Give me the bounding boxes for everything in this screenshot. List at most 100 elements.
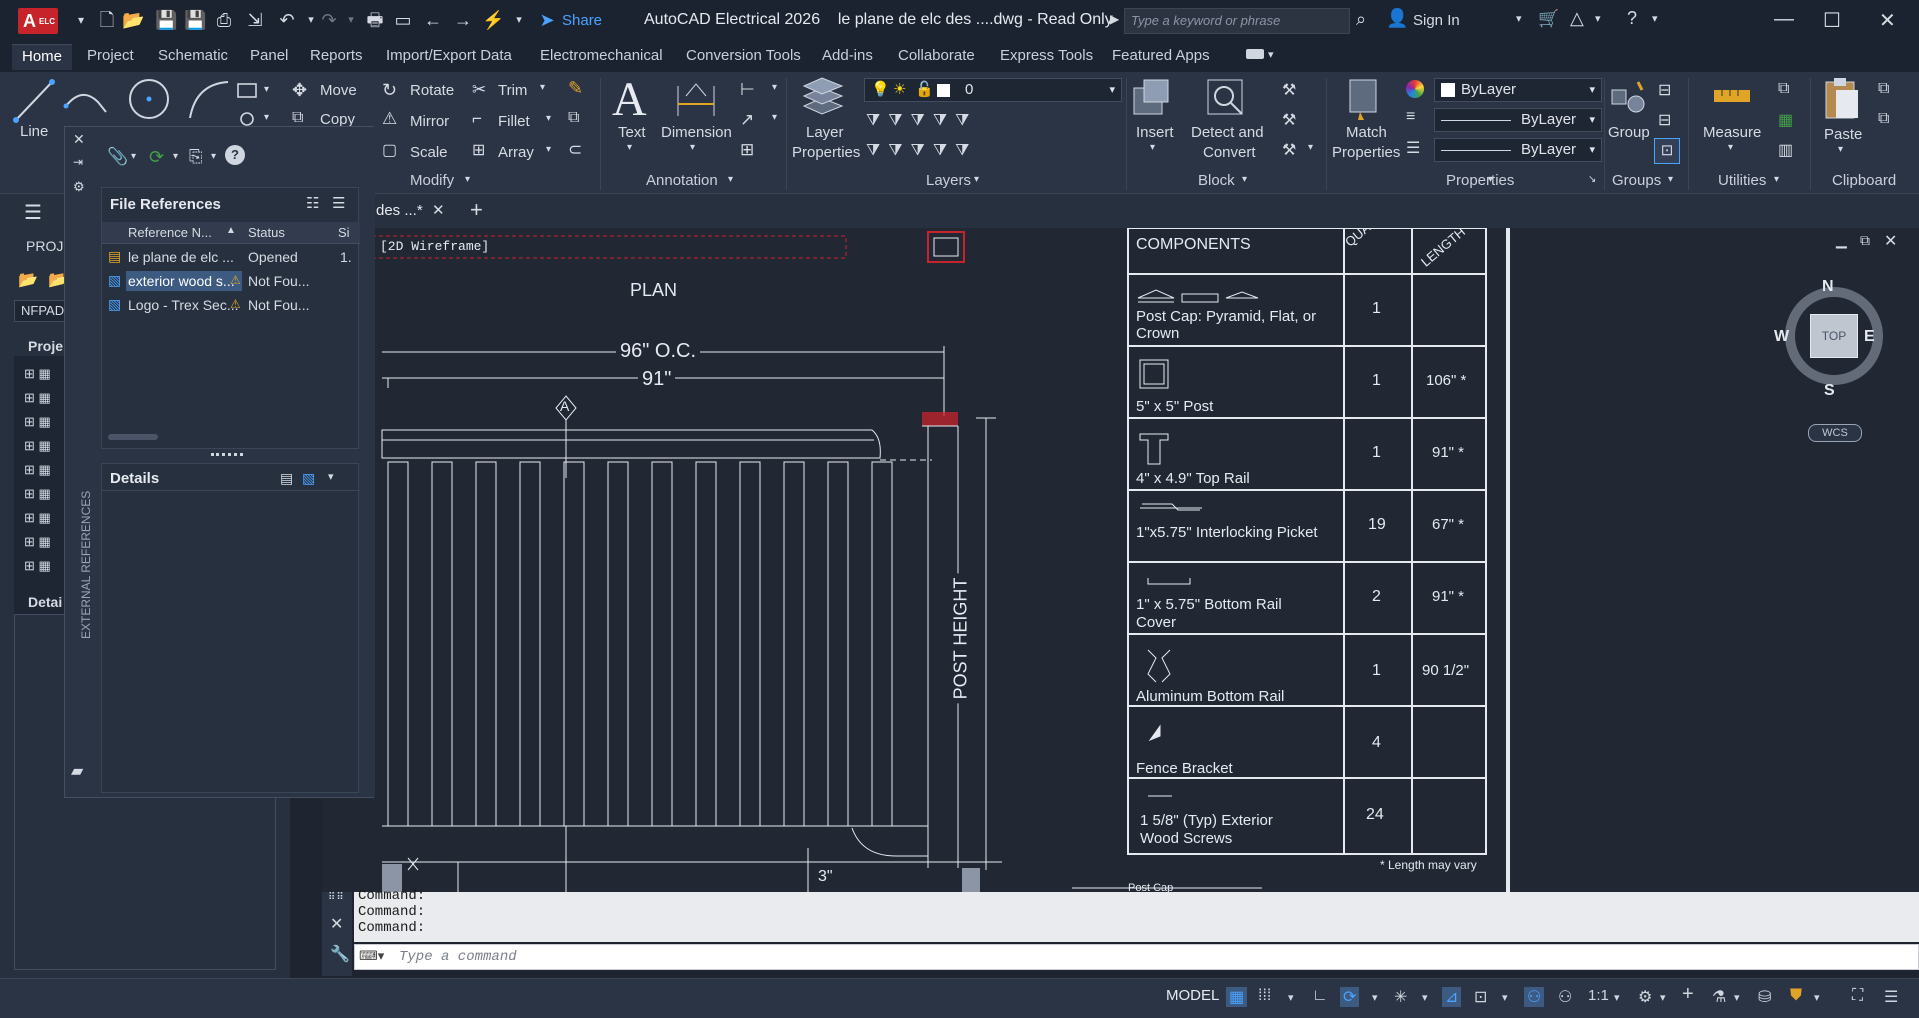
tab-reports[interactable]: Reports [310, 47, 363, 64]
annotation-panel-dropdown-icon[interactable]: ▾ [728, 174, 733, 185]
scale-button[interactable]: Scale [410, 144, 448, 161]
viewcube-east[interactable]: E [1864, 328, 1875, 346]
cut-icon[interactable]: ⧉ [1878, 80, 1889, 98]
expand-arrow-icon[interactable]: ▶ [1110, 12, 1119, 26]
layer-dropdown-icon[interactable]: ▾ [1109, 79, 1115, 101]
project-tree-items[interactable]: ⊞ ▦ ⊞ ▦ ⊞ ▦ ⊞ ▦ ⊞ ▦ ⊞ ▦ ⊞ ▦ ⊞ ▦ ⊞ ▦ [24, 362, 51, 578]
tab-collaborate[interactable]: Collaborate [898, 47, 975, 64]
autodesk-dropdown-icon[interactable]: ▾ [1595, 12, 1601, 25]
lineweight-dropdown[interactable]: ByLayer ▾ [1434, 138, 1602, 162]
tab-home[interactable]: Home [12, 44, 73, 70]
dimension-icon[interactable] [674, 78, 718, 120]
rectangle-dropdown-icon[interactable]: ▾ [264, 84, 269, 95]
fillet-dropdown-icon[interactable]: ▾ [546, 113, 551, 124]
help-icon[interactable]: ? [225, 145, 245, 165]
create-block-icon[interactable]: ⚒ [1282, 80, 1296, 100]
color-dropdown-icon[interactable]: ▾ [1589, 79, 1595, 101]
match-properties-icon[interactable] [1344, 76, 1384, 120]
layer-tools-row1-icon[interactable]: ⧩⧩⧩⧩⧩ [866, 112, 977, 130]
insert-block-icon[interactable] [1130, 76, 1172, 120]
command-close-icon[interactable]: ✕ [330, 914, 343, 934]
lineweight-icon[interactable]: ≡ [1406, 108, 1415, 126]
undo-icon[interactable]: ↶ [276, 9, 298, 31]
command-input[interactable]: ⌨▾ Type a command [354, 944, 1919, 970]
attach-xref-icon[interactable]: 📎 [107, 147, 128, 167]
id-point-icon[interactable]: ▥ [1778, 140, 1793, 160]
annotation-scale[interactable]: 1:1 [1588, 987, 1609, 1004]
search-input[interactable]: Type a keyword or phrase [1124, 8, 1350, 34]
group-button[interactable]: Group [1608, 124, 1650, 141]
trim-button[interactable]: Trim [498, 82, 527, 99]
viewcube-top-face[interactable]: TOP [1810, 314, 1858, 358]
tab-panel[interactable]: Panel [250, 47, 288, 64]
units-icon[interactable]: ⚗ [1712, 987, 1726, 1007]
utilities-panel-label[interactable]: Utilities [1718, 172, 1766, 189]
open-project-icon[interactable]: 📂 [18, 270, 38, 290]
hatch-dropdown-icon[interactable]: ▾ [264, 112, 269, 123]
text-button[interactable]: Text [618, 124, 646, 141]
object-snap-tracking-icon[interactable]: ✳ [1394, 987, 1407, 1007]
column-reference-name[interactable]: Reference N... [128, 225, 212, 240]
tab-conversion-tools[interactable]: Conversion Tools [686, 47, 801, 64]
share-button[interactable]: Share [562, 12, 602, 29]
column-status[interactable]: Status [248, 225, 285, 240]
detect-convert-icon[interactable] [1204, 76, 1248, 120]
tab-project[interactable]: Project [87, 47, 134, 64]
tree-view-icon[interactable]: ☰ [332, 194, 345, 212]
autodesk-icon[interactable]: △ [1570, 8, 1584, 29]
erase-icon[interactable]: ✎ [568, 78, 583, 99]
insert-dropdown-icon[interactable]: ▾ [1150, 142, 1155, 153]
mirror-button[interactable]: Mirror [410, 113, 449, 130]
list-view-icon[interactable]: ☷ [306, 194, 319, 212]
group-edit-icon[interactable]: ⊟ [1658, 110, 1671, 130]
tab-schematic[interactable]: Schematic [158, 47, 228, 64]
linear-dim-icon[interactable]: ⊢ [740, 80, 755, 100]
back-arrow-icon[interactable]: ← [422, 9, 444, 31]
copy-icon[interactable]: ⧉ [292, 109, 303, 127]
table-row[interactable]: ▤ le plane de elc ... Opened 1. [102, 246, 360, 268]
paste-icon[interactable] [1822, 76, 1862, 122]
preview-icon[interactable]: ▧ [302, 470, 315, 487]
horizontal-scrollbar[interactable] [108, 434, 158, 440]
attach-dropdown-icon[interactable]: ▾ [131, 151, 136, 162]
customize-icon[interactable]: 🔧 [330, 944, 350, 964]
linetype-dropdown-icon[interactable]: ▾ [1589, 109, 1595, 131]
refresh-icon[interactable]: ⟳ [149, 147, 164, 168]
move-icon[interactable]: ✥ [292, 80, 307, 101]
block-attributes-dropdown-icon[interactable]: ▾ [1308, 142, 1313, 153]
snap-tracking-dropdown-icon[interactable]: ▾ [1422, 991, 1428, 1004]
customize-dropdown-icon[interactable]: ▾ [508, 9, 530, 31]
annotation-panel-label[interactable]: Annotation [646, 172, 718, 189]
groups-panel-dropdown-icon[interactable]: ▾ [1668, 174, 1673, 185]
array-button[interactable]: Array [498, 144, 534, 161]
sign-in-dropdown-icon[interactable]: ▾ [1516, 12, 1522, 25]
offset-icon[interactable]: ⊂ [568, 140, 582, 160]
tab-electromechanical[interactable]: Electromechanical [540, 47, 663, 64]
viewcube-north[interactable]: N [1822, 278, 1834, 296]
layer-properties-icon[interactable] [800, 76, 846, 120]
change-path-dropdown-icon[interactable]: ▾ [211, 151, 216, 162]
change-path-icon[interactable]: ⎘ [189, 147, 203, 167]
explode-icon[interactable]: ⧉ [568, 109, 579, 127]
text-dropdown-icon[interactable]: ▾ [627, 142, 632, 153]
linetype-icon[interactable]: ☰ [1406, 138, 1420, 158]
layer-dropdown[interactable]: 💡 ☀ 🔓 0 ▾ [864, 78, 1122, 102]
annotation-visibility-icon[interactable]: ⚇ [1524, 987, 1545, 1007]
measure-button[interactable]: Measure [1703, 124, 1761, 141]
groups-panel-label[interactable]: Groups [1612, 172, 1661, 189]
ribbon-toggle-icon[interactable] [1246, 49, 1264, 59]
palette-settings-icon[interactable]: ⚙ [73, 179, 85, 195]
palette-properties-icon[interactable]: ▰ [71, 761, 83, 781]
match-properties-label-1[interactable]: Match [1346, 124, 1387, 141]
quick-select-icon[interactable]: ⧉ [1778, 80, 1789, 98]
new-file-icon[interactable]: 🗋 [96, 9, 118, 31]
layer-properties-label-2[interactable]: Properties [792, 144, 860, 161]
details-view-icon[interactable]: ▤ [280, 470, 293, 487]
leader-dropdown-icon[interactable]: ▾ [772, 112, 777, 123]
polar-tracking-icon[interactable]: ⟳ [1340, 987, 1360, 1007]
dimension-dropdown-icon[interactable]: ▾ [690, 142, 695, 153]
wcs-button[interactable]: WCS [1808, 424, 1862, 442]
tab-import-export[interactable]: Import/Export Data [386, 47, 512, 64]
command-prompt-icon[interactable]: ⌨▾ [359, 948, 384, 964]
lineweight-display-dropdown-icon[interactable]: ▾ [1502, 991, 1508, 1004]
